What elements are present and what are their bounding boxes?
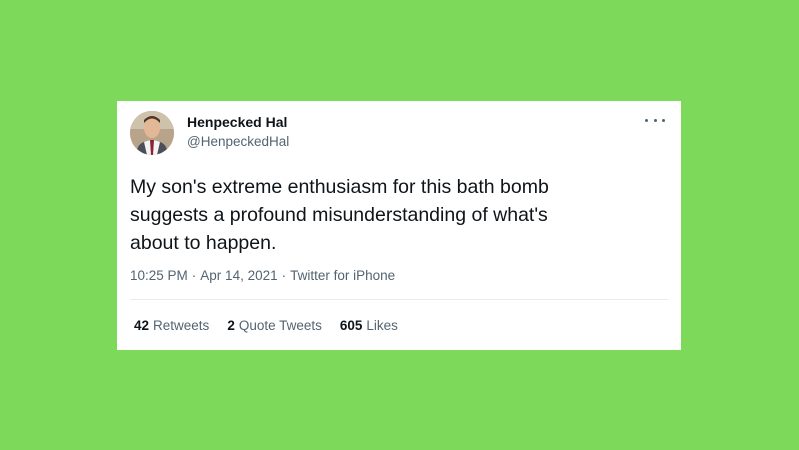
quote-tweets-label: Quote Tweets <box>238 318 322 333</box>
avatar-image <box>130 111 174 155</box>
quote-tweets-stat[interactable]: 2 Quote Tweets <box>227 318 322 333</box>
likes-label: Likes <box>366 318 398 333</box>
avatar[interactable] <box>130 111 174 155</box>
retweets-count: 42 <box>134 318 150 333</box>
tweet-meta: 10:25 PM · Apr 14, 2021 · Twitter for iPhone <box>130 268 395 283</box>
tweet-stats: 42 Retweets 2 Quote Tweets 605 Likes <box>134 318 398 333</box>
tweet-date[interactable]: Apr 14, 2021 <box>200 268 277 283</box>
likes-count: 605 <box>339 318 363 333</box>
quote-tweets-count: 2 <box>227 318 235 333</box>
likes-stat[interactable]: 605 Likes <box>340 318 398 333</box>
dot <box>662 118 665 122</box>
retweets-label: Retweets <box>153 318 210 333</box>
divider <box>130 299 668 300</box>
dot <box>645 118 648 122</box>
more-options-icon[interactable] <box>645 113 665 127</box>
tweet-card[interactable]: Henpecked Hal @HenpeckedHal My son's ext… <box>117 101 681 350</box>
dot <box>653 118 657 122</box>
meta-separator: · <box>191 268 197 283</box>
meta-separator: · <box>281 268 287 283</box>
author-name[interactable]: Henpecked Hal <box>187 114 287 130</box>
author-handle[interactable]: @HenpeckedHal <box>187 134 289 149</box>
tweet-text: My son's extreme enthusiasm for this bat… <box>130 176 549 254</box>
tweet-time[interactable]: 10:25 PM <box>130 268 188 283</box>
tweet-source[interactable]: Twitter for iPhone <box>290 268 395 283</box>
retweets-stat[interactable]: 42 Retweets <box>134 318 209 333</box>
